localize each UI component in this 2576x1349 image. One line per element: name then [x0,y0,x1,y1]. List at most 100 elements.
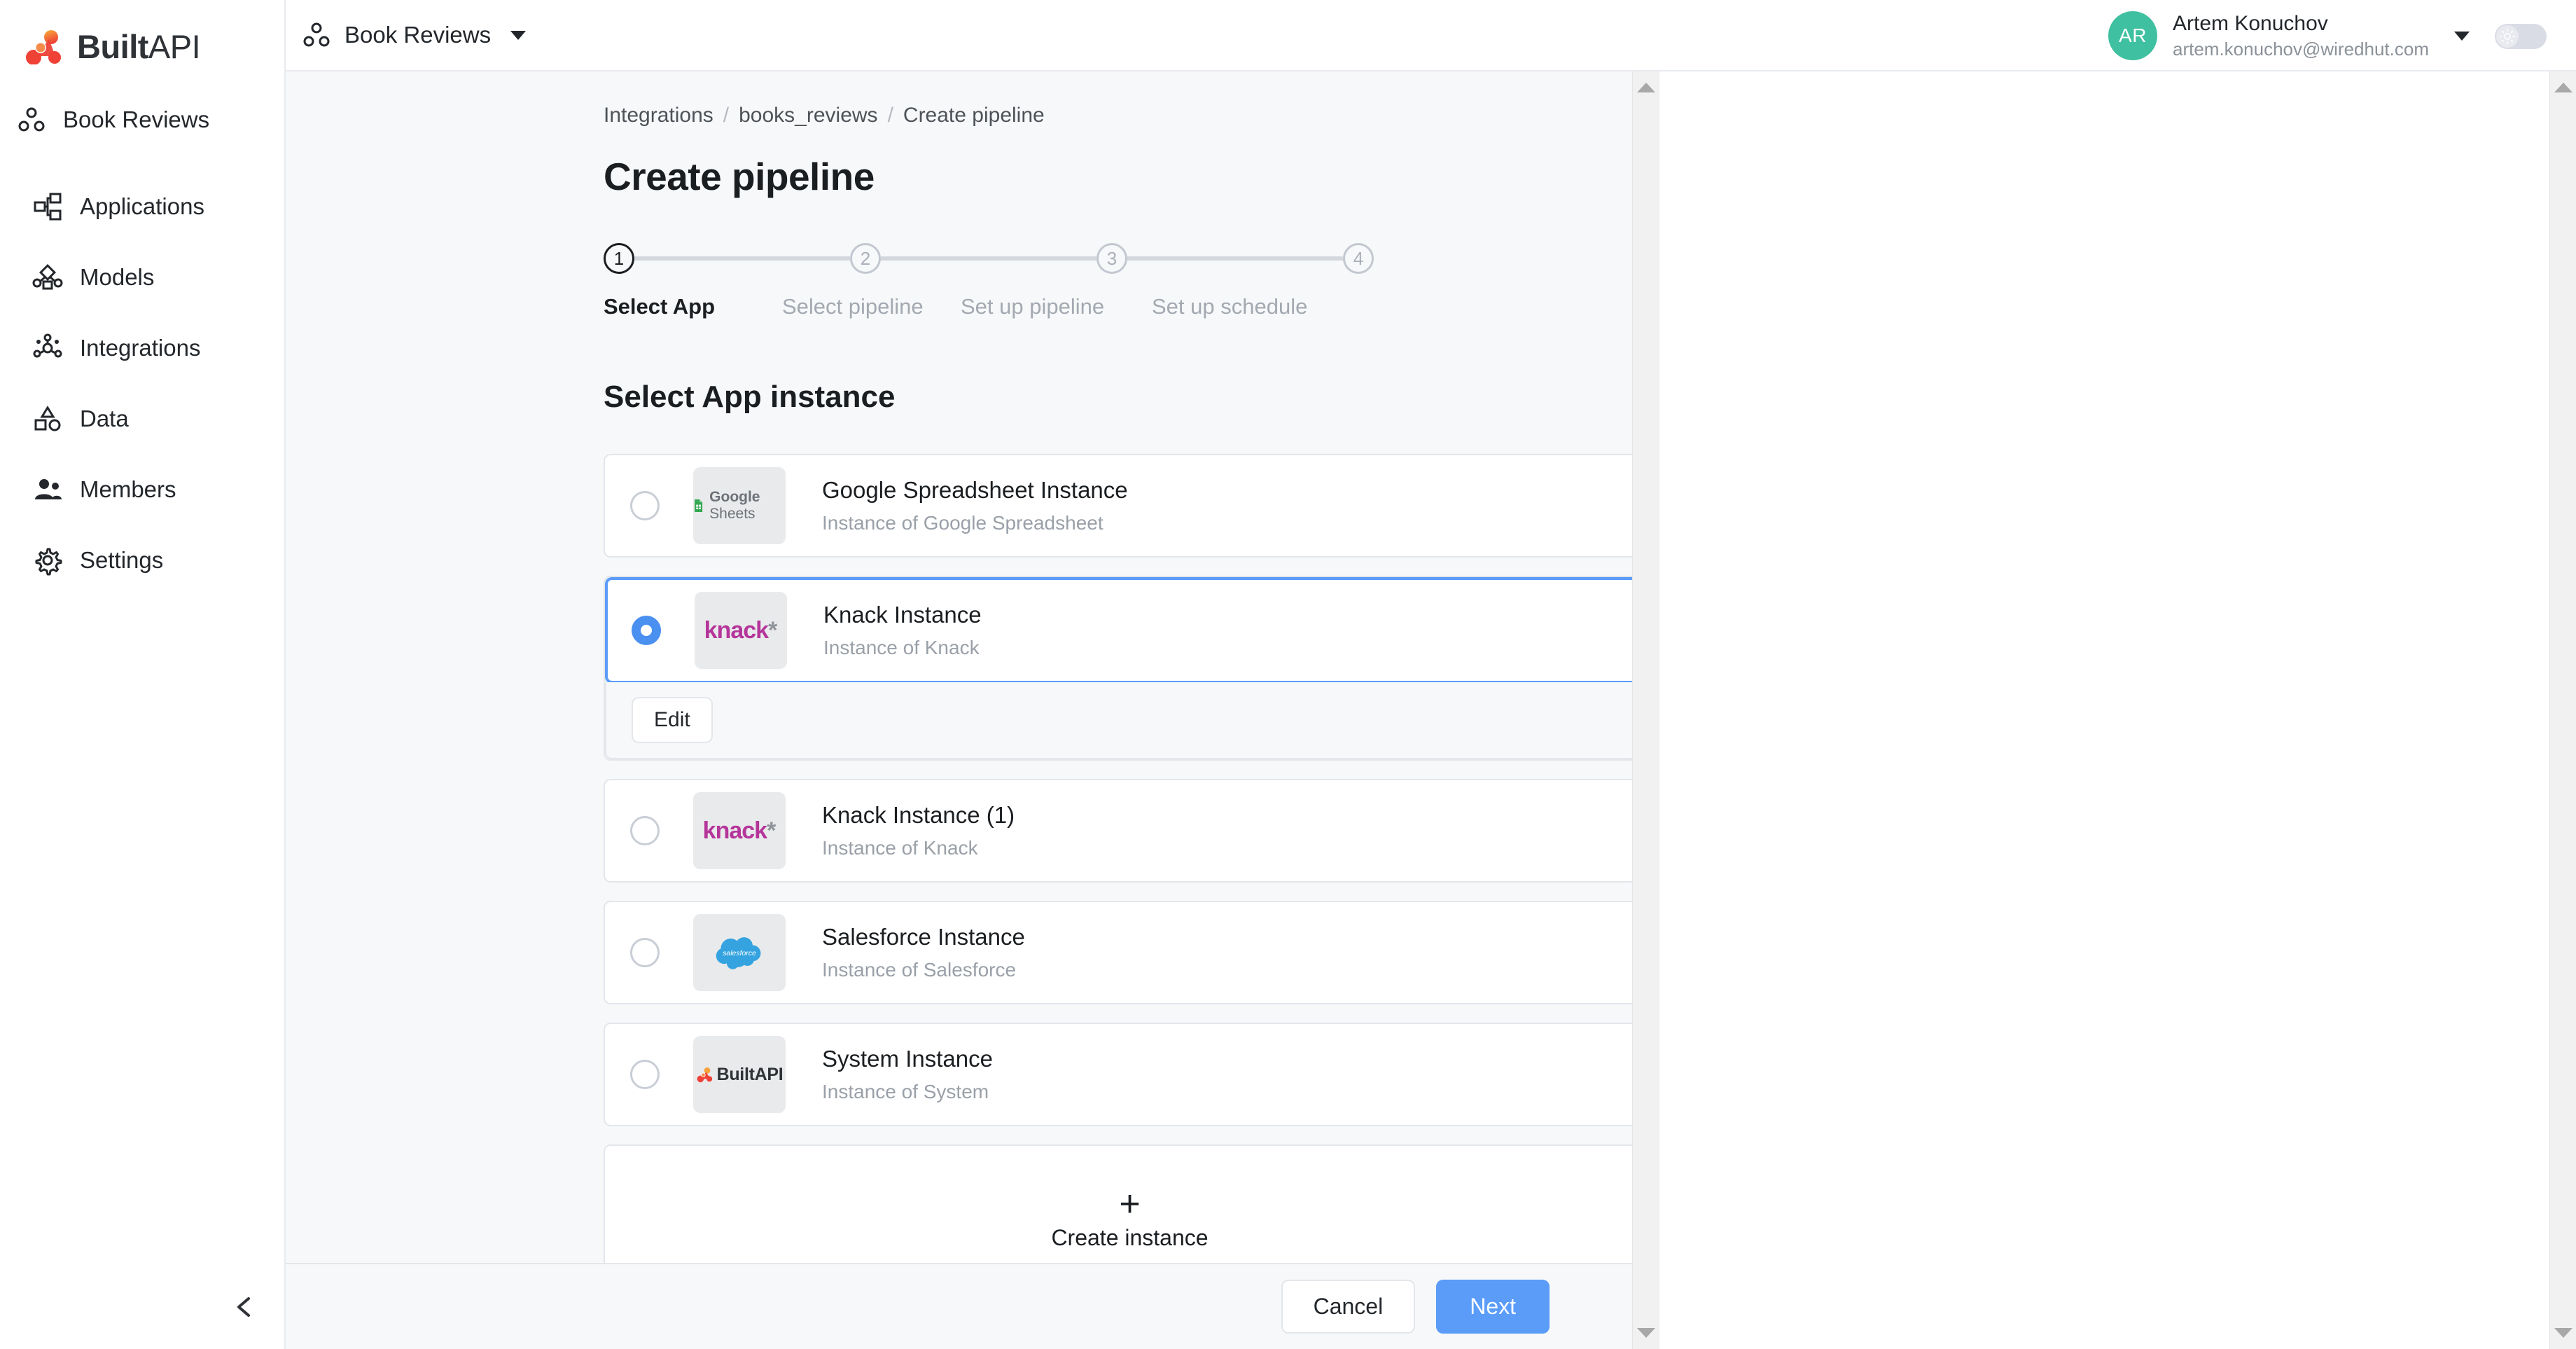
empty-right-area [1660,71,2576,1349]
workspace-dots-icon [301,20,332,50]
instance-text: Knack Instance (1) Instance of Knack [822,802,1015,859]
scroll-down-arrow-icon[interactable] [2554,1328,2572,1338]
sidebar-item-label: Settings [80,546,164,573]
knack-logo: knack * [693,792,786,869]
sidebar: BuiltAPI Book Reviews Applications Model… [0,0,286,1349]
scroll-down-arrow-icon[interactable] [1636,1328,1655,1338]
user-email: artem.konuchov@wiredhut.com [2173,38,2429,60]
instance-radio[interactable] [630,816,660,845]
gear-icon [32,545,63,576]
stepper: 1 2 3 4 Select App Select pipeline Set u… [604,241,1374,319]
step-circle-2[interactable]: 2 [850,243,881,274]
sidebar-item-label: Members [80,476,176,502]
models-icon [32,262,63,293]
applications-icon [32,191,63,222]
step-number: 2 [860,247,871,269]
instance-radio[interactable] [630,938,660,967]
edit-button[interactable]: Edit [632,697,713,743]
instance-card-google-spreadsheet[interactable]: Google Sheets Google Spreadsheet Instanc… [604,454,1656,558]
sidebar-item-label: Models [80,263,155,290]
step-label-3: Set up pipeline [961,294,1105,319]
step-number: 1 [613,247,625,269]
topbar-workspace-selector[interactable]: Book Reviews [301,20,527,50]
gs-word2: Sheets [709,506,756,522]
step-circle-3[interactable]: 3 [1096,243,1127,274]
step-circle-1[interactable]: 1 [604,243,634,274]
content-scrollbar[interactable] [1632,71,1659,1349]
ba-word2: API [754,1064,784,1084]
step-connector [881,256,1096,261]
knack-logo: knack * [695,592,787,669]
sidebar-collapse-button[interactable] [225,1289,265,1328]
cancel-button[interactable]: Cancel [1281,1280,1416,1334]
instance-card-salesforce[interactable]: salesforce Salesforce Instance Instance … [604,901,1656,1004]
step-label-2: Select pipeline [782,294,924,319]
scroll-up-arrow-icon[interactable] [1636,83,1655,92]
workspace-dots-icon [15,104,48,136]
breadcrumb-item-create-pipeline: Create pipeline [903,104,1045,127]
sidebar-item-settings[interactable]: Settings [0,525,284,595]
sidebar-nav: Applications Models Integrations Data Me… [0,171,284,595]
avatar: AR [2108,11,2157,60]
topbar-workspace-label: Book Reviews [344,22,492,48]
breadcrumb-separator: / [887,104,893,127]
sidebar-workspace[interactable]: Book Reviews [0,94,284,146]
breadcrumb-item-books-reviews[interactable]: books_reviews [739,104,877,127]
builtapi-logo-icon [24,28,64,65]
step-number: 3 [1106,247,1118,269]
brand-name-bold: Built [77,27,148,65]
instance-radio[interactable] [630,1060,660,1089]
app-root: BuiltAPI Book Reviews Applications Model… [0,0,2576,1349]
instance-card-knack[interactable]: knack * Knack Instance Instance of Knack [605,577,1655,684]
instance-radio-selected[interactable] [632,616,661,645]
knack-star-icon: * [767,817,777,844]
page-title: Create pipeline [604,155,875,198]
scroll-up-arrow-icon[interactable] [2554,83,2572,92]
instance-subtitle: Instance of System [822,1081,989,1102]
content-scroll-area: Integrations / books_reviews / Create pi… [286,71,1660,1349]
knack-star-icon: * [768,616,778,644]
instance-card-knack-1[interactable]: knack * Knack Instance (1) Instance of Kn… [604,779,1656,883]
topbar: Book Reviews AR Artem Konuchov artem.kon… [286,0,2576,71]
breadcrumb-item-integrations[interactable]: Integrations [604,104,713,127]
caret-down-icon [510,30,527,40]
step-circle-4[interactable]: 4 [1343,243,1374,274]
instance-title: Google Spreadsheet Instance [822,477,1128,503]
next-button[interactable]: Next [1436,1280,1550,1334]
brand[interactable]: BuiltAPI [0,0,284,73]
theme-toggle[interactable] [2495,24,2547,49]
sidebar-item-models[interactable]: Models [0,242,284,312]
section-title: Select App instance [604,380,896,414]
page-scrollbar[interactable] [2549,71,2576,1349]
sidebar-item-members[interactable]: Members [0,454,284,525]
instance-card-knack-selected-wrapper: knack * Knack Instance Instance of Knack … [604,576,1656,761]
instance-text: System Instance Instance of System [822,1046,993,1103]
sidebar-item-label: Data [80,405,129,431]
instance-radio[interactable] [630,491,660,520]
sidebar-item-data[interactable]: Data [0,383,284,454]
stepper-circles: 1 2 3 4 [604,241,1374,276]
instance-card-system[interactable]: BuiltAPI System Instance Instance of Sys… [604,1023,1656,1126]
sidebar-workspace-label: Book Reviews [63,106,210,132]
right-pane: Book Reviews AR Artem Konuchov artem.kon… [286,0,2576,1349]
sidebar-item-integrations[interactable]: Integrations [0,312,284,383]
sidebar-item-applications[interactable]: Applications [0,171,284,242]
google-sheets-logo: Google Sheets [693,467,786,544]
instance-title: Knack Instance (1) [822,802,1015,828]
sun-icon [2496,25,2519,48]
instance-subtitle: Instance of Salesforce [822,959,1017,981]
instance-list: Google Sheets Google Spreadsheet Instanc… [604,454,1656,1295]
main-content: Integrations / books_reviews / Create pi… [286,71,1660,1295]
breadcrumb-separator: / [723,104,730,127]
brand-name-light: API [148,27,201,65]
instance-text: Salesforce Instance Instance of Salesfor… [822,924,1025,981]
content-column: Integrations / books_reviews / Create pi… [286,71,1660,1349]
instance-edit-zone: Edit [605,682,1655,759]
sidebar-item-label: Integrations [80,334,201,361]
instance-title: Salesforce Instance [822,924,1025,950]
ba-word1: Built [716,1064,755,1084]
step-label-4: Set up schedule [1152,294,1308,319]
plus-icon: + [1119,1184,1141,1224]
caret-down-icon [2454,31,2470,41]
user-menu[interactable]: AR Artem Konuchov artem.konuchov@wiredhu… [2108,0,2470,71]
